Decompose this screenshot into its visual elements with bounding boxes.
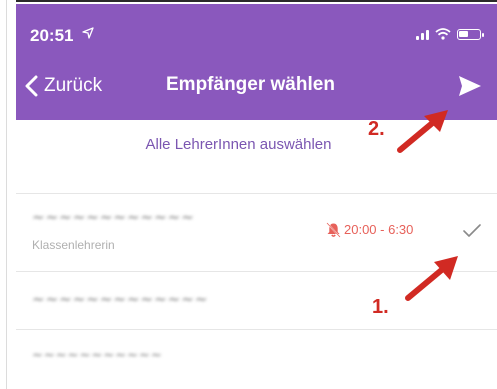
- location-arrow-icon: [82, 27, 94, 39]
- back-label: Zurück: [44, 75, 103, 96]
- send-icon[interactable]: [457, 74, 483, 98]
- left-margin: [0, 0, 16, 389]
- status-icons: [416, 26, 484, 42]
- recipient-role: Klassenlehrerin: [32, 238, 115, 252]
- select-all-label: Alle LehrerInnen auswählen: [145, 136, 332, 153]
- annotation-label-2: 2.: [368, 118, 385, 140]
- battery-icon: [457, 28, 484, 40]
- annotation-arrow-2: [397, 110, 448, 153]
- back-button[interactable]: Zurück: [24, 72, 102, 100]
- signal-bars-icon: [416, 28, 429, 40]
- annotation-arrow-1: [405, 256, 458, 301]
- top-border: [0, 0, 497, 2]
- status-time: 20:51: [30, 26, 74, 45]
- screenshot-frame: 20:51 Zurück Empfänger wählen Alle Lehre…: [0, 0, 497, 389]
- wifi-icon: [435, 28, 451, 40]
- page-title: Empfänger wählen: [166, 74, 335, 95]
- chevron-left-icon: [25, 75, 38, 97]
- bell-muted-icon: [326, 222, 341, 238]
- app-header: [16, 4, 497, 120]
- battery-level: [459, 30, 468, 37]
- recipient-name: ~~~~~~~~~~~: [32, 348, 163, 363]
- quiet-hours: 20:00 - 6:30: [344, 222, 414, 237]
- recipient-name: ~~~~~~~~~~~~: [32, 208, 195, 226]
- left-border-line: [6, 0, 7, 389]
- recipient-name: ~~~~~~~~~~~~~: [32, 290, 209, 308]
- annotation-label-1: 1.: [372, 296, 389, 318]
- checkmark-icon[interactable]: [463, 224, 481, 238]
